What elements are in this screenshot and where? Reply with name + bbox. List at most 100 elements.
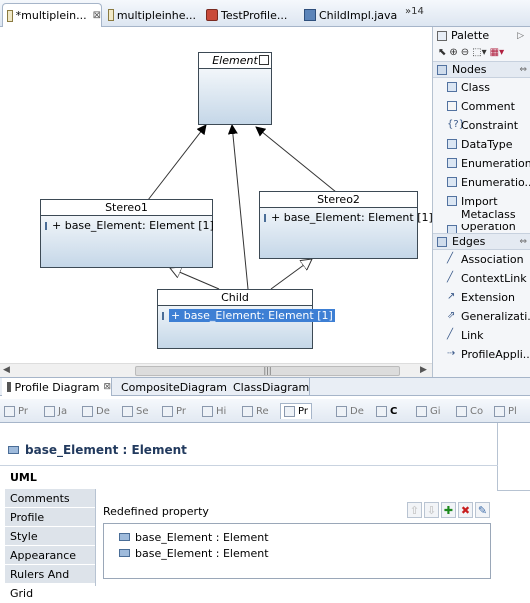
tab-class-diagram[interactable]: ClassDiagram — [224, 378, 310, 396]
palette-item-constraint[interactable]: {?} Constraint — [433, 116, 530, 135]
select-tool-icon[interactable]: ⬉ — [438, 47, 446, 58]
class-stereo1[interactable]: Stereo1 + base_Element: Element [1] — [40, 199, 214, 268]
constraint-icon: {?} — [447, 119, 466, 130]
view-tab-console[interactable]: C — [376, 403, 397, 419]
attribute-row-selected[interactable]: + base_Element: Element [1] — [158, 306, 335, 325]
palette-item-import-metaclass[interactable]: Import Metaclass — [433, 192, 530, 224]
palette-item-datatype[interactable]: DataType — [433, 135, 530, 154]
redefined-property-label: Redefined property — [103, 505, 209, 518]
view-tab-project-explorer[interactable]: Pr — [4, 403, 28, 419]
palette-item-operation[interactable]: Operation — [433, 224, 530, 233]
view-tab-plugins[interactable]: Pl — [494, 403, 517, 419]
palette-collapse-icon[interactable]: ▷ — [517, 31, 524, 41]
view-tab-debug[interactable]: De — [336, 403, 364, 419]
view-icon — [336, 405, 347, 417]
extension-edge-stereo1[interactable] — [147, 124, 207, 201]
editor-tab-multipleinheritance[interactable]: multipleinhe... — [104, 3, 196, 27]
edit-button[interactable]: ✎ — [475, 502, 490, 518]
list-item[interactable]: base_Element : Element — [104, 545, 490, 561]
comment-icon — [447, 101, 457, 111]
palette-item-class[interactable]: Class — [433, 78, 530, 97]
divider — [95, 489, 96, 586]
view-tab-history[interactable]: Hi — [202, 403, 226, 419]
attribute-row[interactable]: + base_Element: Element [1] — [41, 216, 214, 235]
profile-diagram-icon — [7, 382, 11, 392]
zoom-in-icon[interactable]: ⊕ — [449, 47, 457, 58]
edges-drawer[interactable]: Edges ⇔ — [433, 233, 530, 250]
properties-view: base_Element : Element UML Comments Prof… — [0, 423, 530, 600]
view-icon — [242, 405, 253, 417]
view-tab-remote[interactable]: Re — [242, 403, 269, 419]
zoom-out-icon[interactable]: ⊖ — [461, 47, 469, 58]
palette-item-association[interactable]: ╱ Association — [433, 250, 530, 269]
drawer-collapse-icon[interactable]: ⇔ — [519, 237, 527, 247]
palette-item-enumeration-literal[interactable]: Enumeratio... — [433, 173, 530, 192]
side-tab-rulers-and-grid[interactable]: Rulers And Grid — [5, 565, 95, 600]
view-tab-coverage[interactable]: Co — [456, 403, 483, 419]
generalization-edge-stereo1[interactable] — [170, 268, 220, 290]
tab-profile-diagram[interactable]: Profile Diagram ⊠ — [2, 378, 112, 396]
nodes-drawer[interactable]: Nodes ⇔ — [433, 61, 530, 78]
move-down-button[interactable]: ⇩ — [424, 502, 439, 518]
list-item[interactable]: base_Element : Element — [104, 529, 490, 545]
diagram-canvas[interactable]: Element Stereo1 + base_Element: Element … — [0, 27, 432, 363]
scroll-left-icon[interactable]: ◀ — [3, 365, 10, 375]
drawer-collapse-icon[interactable]: ⇔ — [519, 65, 527, 75]
property-icon — [45, 221, 47, 230]
import-metaclass-icon — [447, 196, 457, 206]
side-tab-comments[interactable]: Comments — [5, 489, 95, 508]
editor-tab-childimpl[interactable]: ChildImpl.java — [300, 3, 400, 27]
palette-item-comment[interactable]: Comment — [433, 97, 530, 116]
view-tab-declaration[interactable]: De — [82, 403, 110, 419]
editor-tab-multipleinheritance-diagram[interactable]: *multiplein... ⊠ — [2, 3, 102, 27]
side-tab-uml[interactable]: UML — [5, 467, 95, 489]
marquee-icon[interactable]: ⬚▾ — [472, 47, 486, 58]
side-tab-appearance[interactable]: Appearance — [5, 546, 95, 565]
view-tab-git[interactable]: Gi — [416, 403, 441, 419]
palette-item-link[interactable]: ╱ Link — [433, 326, 530, 345]
move-up-button[interactable]: ⇧ — [407, 502, 422, 518]
class-child[interactable]: Child + base_Element: Element [1] — [157, 289, 335, 349]
view-icon — [162, 405, 173, 417]
tabs-overflow-button[interactable]: »14 — [405, 6, 424, 17]
layout-icon[interactable]: ▦▾ — [490, 47, 504, 58]
close-icon[interactable]: ⊠ — [93, 10, 101, 21]
views-tab-bar: Pr Ja De Se Pr Hi Re Pr De C Gi Co Pl — [0, 399, 530, 423]
side-tab-style[interactable]: Style — [5, 527, 95, 546]
side-tab-profile[interactable]: Profile — [5, 508, 95, 527]
class-stereo2[interactable]: Stereo2 + base_Element: Element [1] — [259, 191, 432, 259]
editor-tab-testprofile[interactable]: TestProfile... — [202, 3, 296, 27]
extension-edge-stereo2[interactable] — [255, 126, 337, 193]
tab-composite-diagram[interactable]: CompositeDiagram — [112, 378, 227, 396]
close-icon[interactable]: ⊠ — [103, 382, 111, 392]
redefined-property-list[interactable]: base_Element : Element base_Element : El… — [103, 523, 491, 579]
view-frame — [497, 423, 530, 491]
java-file-icon — [304, 9, 316, 21]
view-tab-progress[interactable]: Pr — [162, 403, 186, 419]
palette-item-contextlink[interactable]: ╱ ContextLink — [433, 269, 530, 288]
list-toolbar: ⇧ ⇩ ✚ ✖ ✎ — [407, 502, 490, 518]
view-tab-properties[interactable]: Pr — [280, 403, 312, 419]
diagram-tab-bar: Profile Diagram ⊠ CompositeDiagram Class… — [0, 377, 530, 396]
palette-item-profile-application[interactable]: ⇢ ProfileAppli... — [433, 345, 530, 364]
scroll-right-icon[interactable]: ▶ — [420, 365, 427, 375]
property-icon — [8, 446, 19, 454]
association-icon: ╱ — [447, 253, 454, 264]
scrollbar-thumb[interactable]: ||| — [135, 366, 400, 376]
editor-tab-bar: *multiplein... ⊠ multipleinhe... TestPro… — [0, 0, 530, 27]
extension-edge-child[interactable] — [227, 124, 249, 290]
palette-item-extension[interactable]: ↗ Extension — [433, 288, 530, 307]
operation-icon — [447, 225, 457, 233]
remove-button[interactable]: ✖ — [458, 502, 473, 518]
class-element[interactable]: Element — [198, 52, 272, 125]
view-tab-javadoc[interactable]: Ja — [44, 403, 67, 419]
palette-item-generalization[interactable]: ⇗Generalizati... — [433, 307, 530, 326]
generalization-edge-stereo2[interactable] — [270, 259, 312, 290]
metaclass-icon — [259, 55, 269, 65]
view-icon — [416, 405, 427, 417]
horizontal-scrollbar[interactable]: ◀ ||| ▶ — [0, 363, 432, 377]
add-button[interactable]: ✚ — [441, 502, 456, 518]
attribute-row[interactable]: + base_Element: Element [1] — [260, 208, 432, 227]
view-tab-search[interactable]: Se — [122, 403, 149, 419]
palette-item-enumeration[interactable]: Enumeration — [433, 154, 530, 173]
